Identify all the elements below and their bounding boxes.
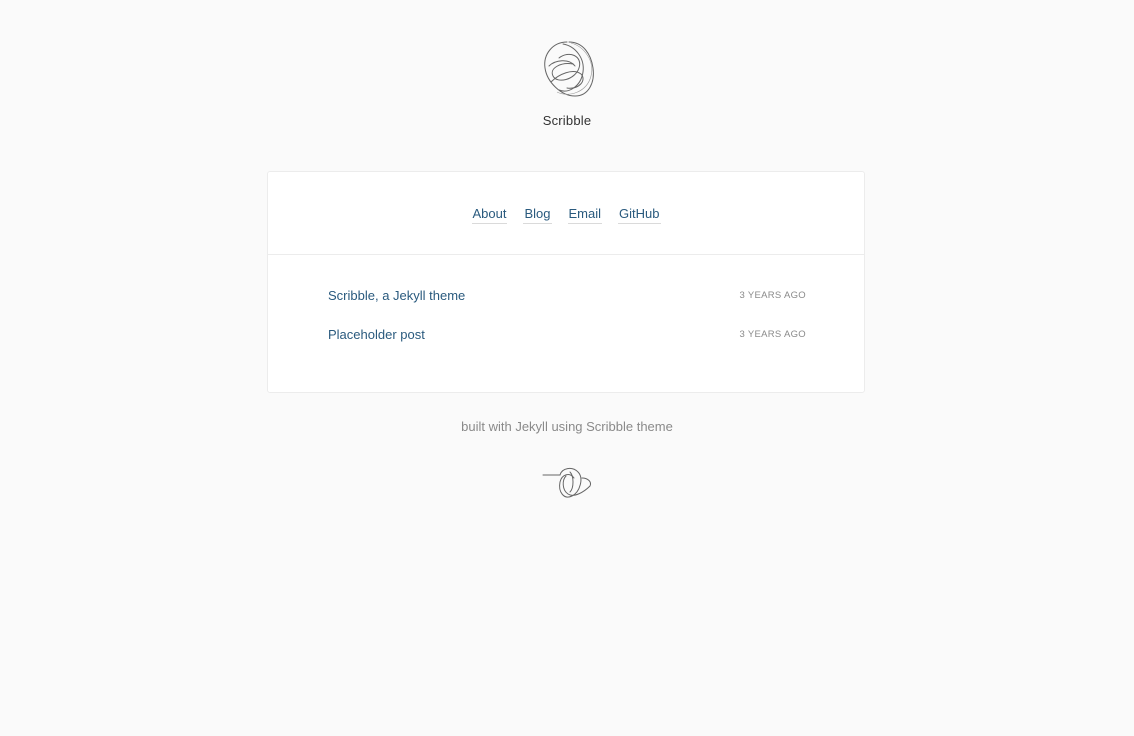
nav-link-blog[interactable]: Blog xyxy=(523,206,552,224)
nav-link-about[interactable]: About xyxy=(471,206,508,224)
scribble-logo-icon[interactable] xyxy=(539,38,597,100)
nav-link-github[interactable]: GitHub xyxy=(618,206,661,224)
nav-link-email[interactable]: Email xyxy=(567,206,603,224)
post-date: 3 YEARS AGO xyxy=(739,289,806,301)
footer-credit: built with Jekyll using Scribble theme xyxy=(461,419,673,434)
site-title[interactable]: Scribble xyxy=(0,113,1134,128)
list-item: Placeholder post 3 YEARS AGO xyxy=(328,324,806,344)
content-card: About Blog Email GitHub Scribble, a Jeky… xyxy=(267,171,865,393)
post-list: Scribble, a Jekyll theme 3 YEARS AGO Pla… xyxy=(328,285,806,363)
main-nav: About Blog Email GitHub xyxy=(268,172,864,255)
page: Scribble About Blog Email GitHub Scribbl… xyxy=(0,0,1134,736)
post-link[interactable]: Placeholder post xyxy=(328,327,425,342)
scribble-footer-icon xyxy=(542,467,591,498)
list-item: Scribble, a Jekyll theme 3 YEARS AGO xyxy=(328,285,806,305)
post-date: 3 YEARS AGO xyxy=(739,328,806,340)
post-link[interactable]: Scribble, a Jekyll theme xyxy=(328,288,465,303)
